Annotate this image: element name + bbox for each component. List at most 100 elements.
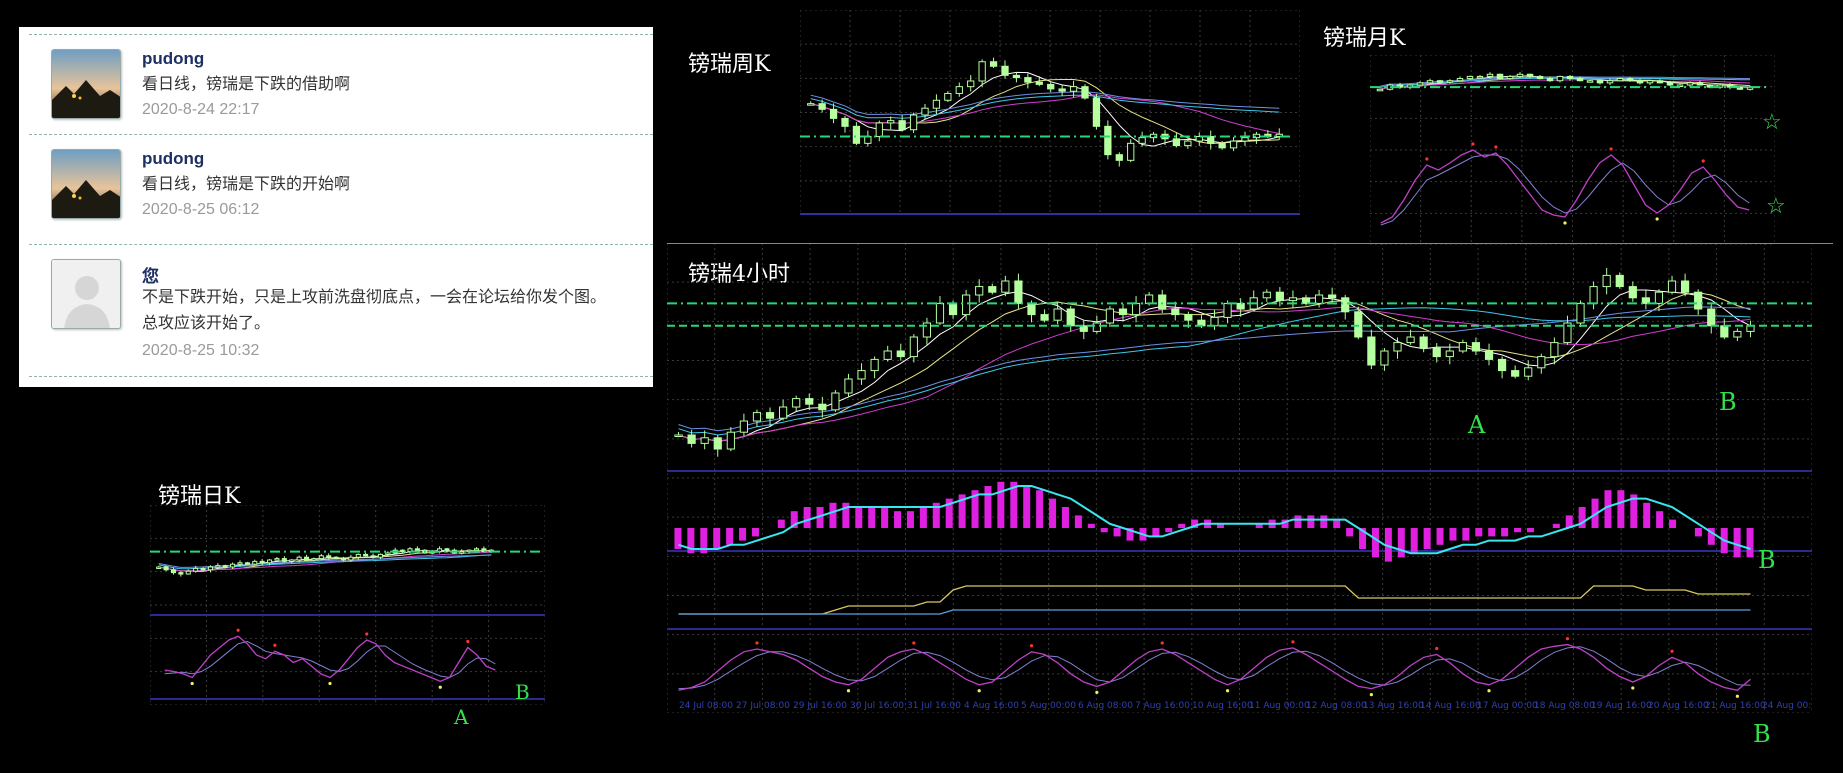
bear-candle — [1536, 75, 1544, 80]
macd-histogram-bar — [1036, 490, 1044, 528]
macd-histogram-bar — [829, 502, 837, 528]
bear-candle — [303, 556, 310, 561]
stoch-top-dot — [1425, 157, 1429, 161]
bull-candle — [1586, 80, 1594, 83]
x-tick-label: 30 Jul 16:00 — [850, 701, 904, 711]
macd-histogram-bar — [1320, 515, 1328, 528]
comment-divider — [29, 34, 653, 35]
bear-candle — [1636, 80, 1644, 84]
macd-histogram-bar — [1371, 528, 1379, 558]
bull-candle — [944, 92, 952, 101]
bear-candle — [1615, 274, 1624, 288]
macd-histogram-bar — [1733, 528, 1741, 558]
macd-histogram-bar — [1049, 498, 1057, 528]
bear-candle — [1341, 297, 1350, 313]
bear-candle — [1626, 78, 1634, 82]
avatar[interactable] — [51, 49, 121, 119]
bull-candle — [207, 566, 213, 571]
bull-candle — [193, 567, 199, 572]
x-tick-label: 5 Aug 00:00 — [1021, 701, 1076, 711]
bull-candle — [385, 552, 391, 555]
avatar[interactable] — [51, 149, 121, 219]
comment-user[interactable]: pudong — [142, 49, 204, 69]
macd-histogram-bar — [1488, 528, 1496, 537]
avatar[interactable] — [51, 259, 121, 329]
x-tick-label: 10 Aug 16:00 — [1192, 701, 1253, 711]
comment-user[interactable]: pudong — [142, 149, 204, 169]
x-tick-label: 7 Aug 16:00 — [1135, 701, 1190, 711]
macd-histogram-bar — [1526, 528, 1534, 533]
bear-candle — [1596, 80, 1604, 84]
weekly-chart-title: 镑瑞周K — [688, 52, 771, 77]
bull-candle — [921, 107, 929, 116]
stoch-top-dot — [1565, 637, 1570, 641]
macd-histogram-bar — [1617, 490, 1625, 528]
bull-candle — [1053, 308, 1062, 321]
stoch-d-line — [1380, 154, 1750, 226]
x-tick-label: 14 Aug 16:00 — [1420, 701, 1481, 711]
bear-candle — [1511, 370, 1520, 377]
h4-marker-a: A — [1468, 411, 1486, 439]
bear-candle — [1024, 77, 1032, 83]
bull-candle — [975, 286, 984, 296]
stoch-bottom-dot — [328, 681, 332, 686]
bull-candle — [318, 555, 324, 560]
bull-candle — [1654, 291, 1664, 304]
bull-candle — [1458, 342, 1467, 352]
bull-candle — [1406, 336, 1415, 344]
macd-histogram-bar — [1333, 519, 1341, 528]
bull-candle — [1576, 302, 1585, 324]
bull-candle — [909, 114, 918, 131]
stoch-bottom-dot — [190, 681, 194, 686]
bear-candle — [1367, 336, 1376, 366]
bull-candle — [831, 392, 840, 411]
x-tick-label: 29 Jul 16:00 — [793, 701, 847, 711]
bear-candle — [1115, 154, 1123, 161]
comment-text-line2: 总攻应该开始了。 — [142, 313, 271, 332]
bull-candle — [726, 431, 735, 450]
daily-marker-b: B — [515, 680, 530, 704]
bull-candle — [1314, 294, 1324, 304]
macd-histogram-bar — [1165, 528, 1173, 533]
bull-candle — [1416, 82, 1424, 86]
macd-histogram-bar — [1694, 528, 1702, 537]
macd-histogram-bar — [868, 507, 876, 528]
bull-candle — [1210, 316, 1219, 327]
bull-candle — [1550, 342, 1559, 358]
bull-candle — [1733, 330, 1742, 338]
bull-candle — [1001, 280, 1010, 293]
panel-divider — [667, 243, 1833, 244]
macd-histogram-bar — [1307, 515, 1315, 528]
bear-candle — [898, 120, 906, 131]
bull-candle — [1606, 80, 1614, 84]
bear-candle — [1707, 308, 1716, 327]
stoch-top-dot — [1435, 646, 1439, 651]
macd-histogram-bar — [1346, 528, 1354, 537]
macd-histogram-bar — [881, 507, 889, 528]
bull-candle — [1537, 356, 1546, 369]
bear-candle — [1328, 294, 1337, 299]
bull-candle — [1646, 80, 1654, 84]
bull-candle — [473, 548, 480, 551]
comment-divider — [29, 244, 653, 245]
bull-candle — [1069, 86, 1078, 92]
comment-divider — [29, 376, 653, 377]
bull-candle — [1445, 350, 1454, 358]
bear-candle — [1027, 302, 1036, 316]
macd-histogram-bar — [777, 519, 785, 528]
bull-candle — [700, 437, 709, 444]
stoch-top-dot — [755, 641, 759, 645]
bull-candle — [274, 558, 280, 561]
bull-candle — [1127, 142, 1135, 161]
macd-histogram-bar — [1669, 519, 1677, 528]
stoch-top-dot — [1291, 640, 1295, 644]
macd-histogram-bar — [1449, 528, 1457, 541]
bear-candle — [1419, 336, 1428, 349]
stoch-top-dot — [273, 643, 277, 647]
bull-candle — [1131, 302, 1141, 316]
macd-histogram-bar — [1100, 528, 1108, 533]
bear-candle — [326, 555, 332, 558]
bear-candle — [170, 569, 177, 574]
bull-candle — [739, 420, 748, 433]
macd-histogram-bar — [1410, 528, 1418, 554]
